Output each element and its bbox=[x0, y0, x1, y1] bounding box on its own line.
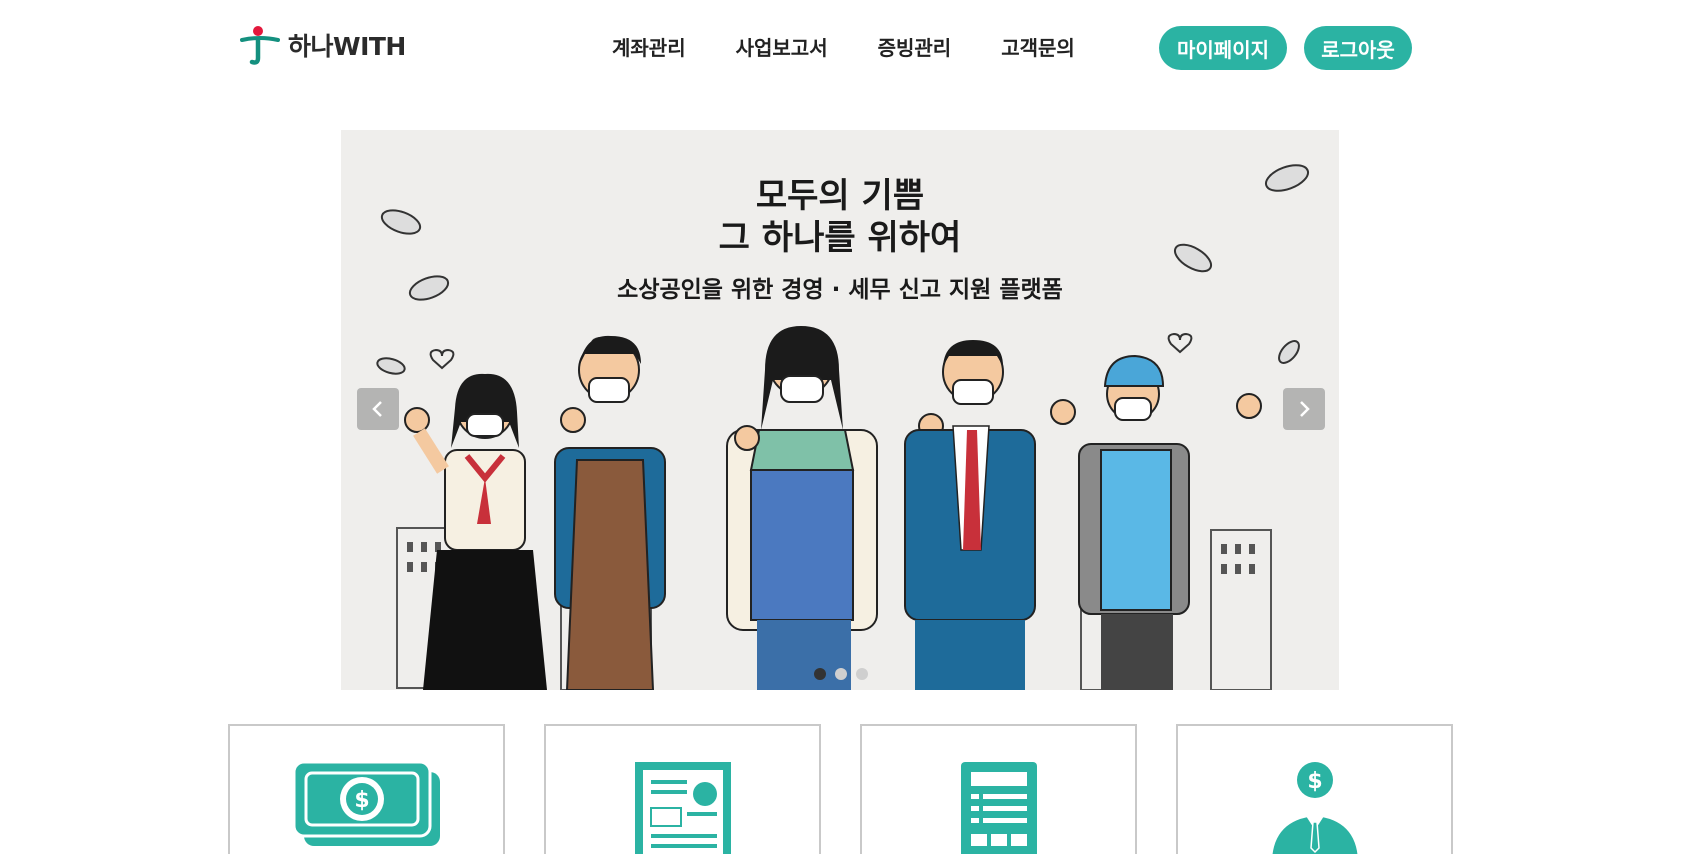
logout-button[interactable]: 로그아웃 bbox=[1304, 26, 1412, 70]
logo-text: 하나WITH bbox=[288, 32, 406, 61]
feature-card-report[interactable] bbox=[544, 724, 821, 854]
logo[interactable]: 하나WITH bbox=[238, 22, 406, 68]
carousel-dot-3[interactable] bbox=[856, 668, 868, 680]
hana-logo-icon bbox=[240, 26, 280, 65]
carousel-dot-2[interactable] bbox=[835, 668, 847, 680]
svg-text:$: $ bbox=[354, 788, 369, 813]
consultant-icon: $ bbox=[1272, 762, 1357, 854]
receipt-icon bbox=[960, 762, 1037, 854]
feature-card-account[interactable]: $ bbox=[228, 724, 505, 854]
carousel-dots bbox=[814, 668, 868, 680]
carousel-next-button[interactable] bbox=[1283, 388, 1325, 430]
main-nav: 계좌관리 사업보고서 증빙관리 고객문의 bbox=[612, 32, 1125, 61]
nav-item-business-report[interactable]: 사업보고서 bbox=[736, 32, 828, 61]
banner-title-line2: 그 하나를 위하여 bbox=[718, 218, 962, 258]
svg-text:$: $ bbox=[1307, 769, 1322, 794]
nav-item-support[interactable]: 고객문의 bbox=[1001, 32, 1075, 61]
carousel-dot-1[interactable] bbox=[814, 668, 826, 680]
banner-subtitle: 소상공인을 위한 경영 · 세무 신고 지원 플랫폼 bbox=[617, 277, 1063, 303]
hero-banner: 모두의 기쁨 그 하나를 위하여 소상공인을 위한 경영 · 세무 신고 지원 … bbox=[341, 130, 1339, 690]
chevron-right-icon bbox=[1300, 401, 1310, 417]
chevron-left-icon bbox=[372, 401, 382, 417]
feature-card-receipt[interactable] bbox=[860, 724, 1137, 854]
nav-item-account[interactable]: 계좌관리 bbox=[612, 32, 686, 61]
carousel-prev-button[interactable] bbox=[357, 388, 399, 430]
report-icon bbox=[634, 762, 731, 854]
nav-item-evidence[interactable]: 증빙관리 bbox=[878, 32, 952, 61]
mypage-button[interactable]: 마이페이지 bbox=[1159, 26, 1287, 70]
feature-card-consulting[interactable]: $ bbox=[1176, 724, 1453, 854]
money-icon: $ bbox=[292, 760, 440, 846]
